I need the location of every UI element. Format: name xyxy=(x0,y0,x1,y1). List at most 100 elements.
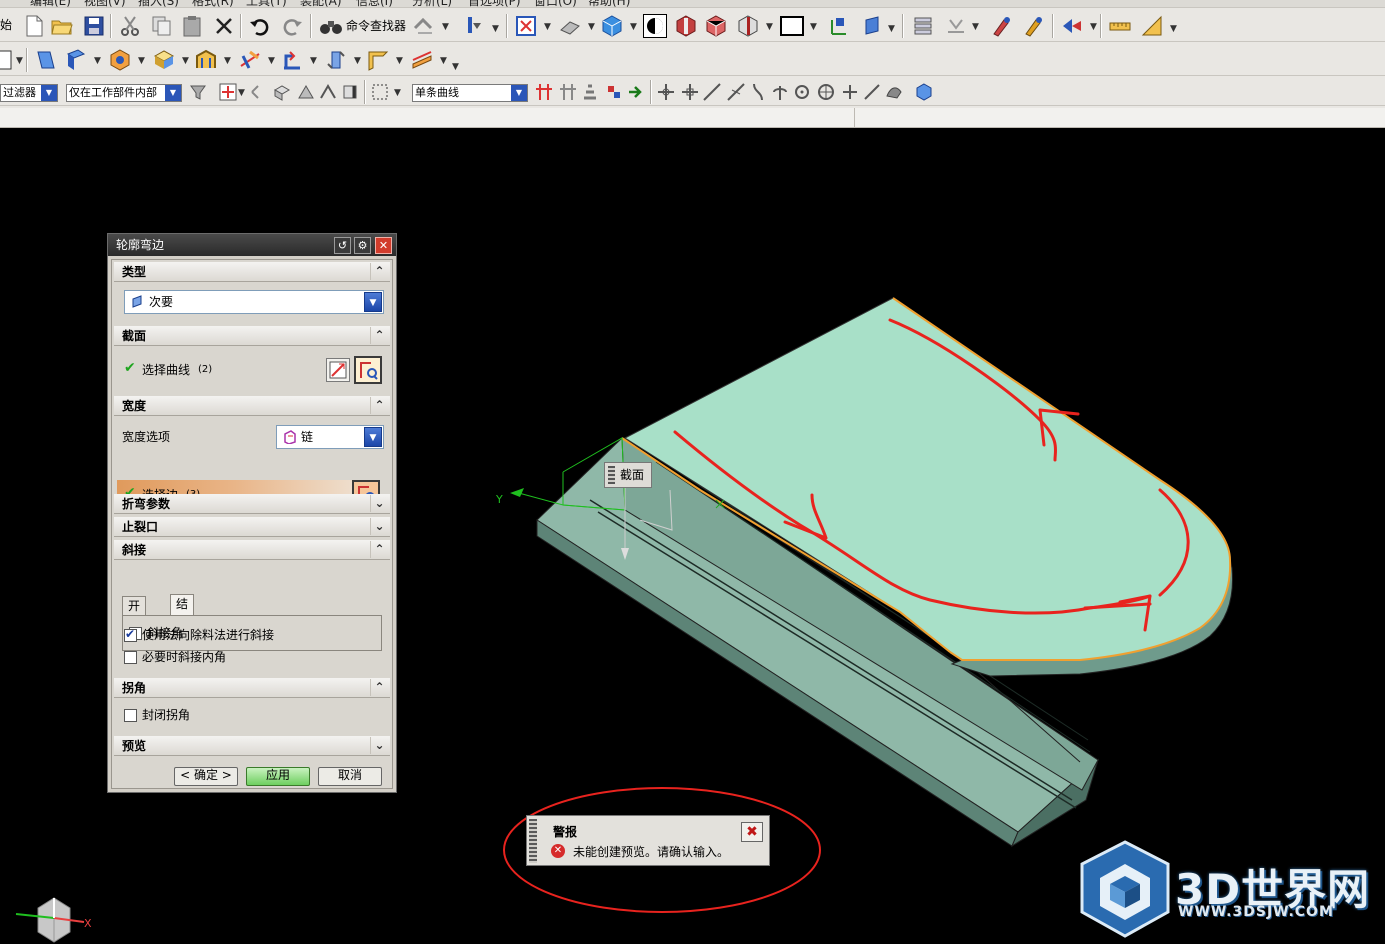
inner-corner-checkbox[interactable] xyxy=(124,651,137,664)
cancel-button[interactable]: 取消 xyxy=(318,767,382,786)
start-menu-fragment[interactable]: 始 xyxy=(0,16,12,34)
show-hide-icon[interactable] xyxy=(1022,14,1046,38)
select-curve-label[interactable]: 选择曲线 xyxy=(142,361,190,379)
tab-start-end[interactable]: 开始端 xyxy=(122,596,147,649)
select-curve-button[interactable] xyxy=(354,356,382,384)
snap-point-on-face-icon[interactable] xyxy=(840,82,860,102)
chevron-down-icon[interactable]: ▼ xyxy=(492,24,499,34)
chevron-down-icon[interactable]: ▼ xyxy=(396,56,403,66)
section-header-preview[interactable]: 预览 ⌄ xyxy=(114,736,390,756)
chevron-down-icon[interactable]: ▼ xyxy=(224,56,231,66)
menu-edit[interactable]: 编辑(E) xyxy=(30,0,71,7)
select-face-icon[interactable] xyxy=(296,82,316,102)
select-component-icon[interactable] xyxy=(340,82,360,102)
apply-button[interactable]: 应用 xyxy=(246,767,310,786)
orient-view-icon[interactable] xyxy=(643,14,667,38)
chevron-down-icon[interactable]: ▼ xyxy=(238,88,245,98)
snap-control-point-icon[interactable] xyxy=(726,82,746,102)
chevron-down-icon[interactable]: ▼ xyxy=(440,56,447,66)
chevron-down-icon[interactable]: ▼ xyxy=(1090,22,1097,32)
menu-format[interactable]: 格式(R) xyxy=(192,0,234,7)
select-edge-icon[interactable] xyxy=(318,82,338,102)
menu-insert[interactable]: 插入(S) xyxy=(138,0,179,7)
lofted-flange-icon[interactable] xyxy=(152,48,176,72)
cut-icon[interactable] xyxy=(118,14,142,38)
snap-view-icon[interactable] xyxy=(1060,14,1084,38)
chevron-down-icon[interactable]: ▼ xyxy=(630,22,637,32)
object-display-icon[interactable] xyxy=(990,14,1014,38)
shaded-view-icon[interactable] xyxy=(600,14,624,38)
chevron-down-icon[interactable]: ▼ xyxy=(138,56,145,66)
view-orient-icon[interactable] xyxy=(558,14,582,38)
settings-icon[interactable]: ⚙ xyxy=(354,237,371,254)
command-finder-button[interactable]: 命令查找器 xyxy=(346,17,406,35)
unbend-icon[interactable] xyxy=(238,48,262,72)
move-to-layer-icon[interactable] xyxy=(944,14,968,38)
fit-view-icon[interactable] xyxy=(514,14,538,38)
snap-intersection-icon[interactable] xyxy=(748,82,768,102)
layer-settings-icon[interactable] xyxy=(912,14,936,38)
new-file-icon[interactable] xyxy=(22,14,46,38)
tab-feature-icon[interactable] xyxy=(34,48,58,72)
curve-rule-combo[interactable]: 单条曲线 ▼ xyxy=(412,84,528,102)
chevron-down-icon[interactable]: ▼ xyxy=(588,22,595,32)
section-header-type[interactable]: 类型 ⌃ xyxy=(114,262,390,282)
ok-button[interactable]: < 确定 > xyxy=(174,767,238,786)
snap-bounded-icon[interactable] xyxy=(862,82,882,102)
chevron-down-icon[interactable]: ▼ xyxy=(94,56,101,66)
selection-info-icon[interactable] xyxy=(462,14,486,38)
menu-preferences[interactable]: 首选项(P) xyxy=(468,0,521,7)
contour-flange-icon[interactable] xyxy=(108,48,132,72)
scope-combo[interactable]: 仅在工作部件内部 ▼ xyxy=(66,84,182,102)
edit-section-icon[interactable] xyxy=(736,14,760,38)
close-corner-checkbox[interactable] xyxy=(124,709,137,722)
drag-handle[interactable] xyxy=(529,819,537,863)
chevron-down-icon[interactable]: ▼ xyxy=(182,56,189,66)
chevron-down-icon[interactable]: ▼ xyxy=(888,24,895,34)
sheet-metal-part[interactable] xyxy=(536,297,1234,848)
chevron-down-icon[interactable]: ▼ xyxy=(766,22,773,32)
snap-midpoint-icon[interactable] xyxy=(702,82,722,102)
type-select[interactable]: 次要 ▼ xyxy=(124,290,384,314)
menu-window[interactable]: 窗口(O) xyxy=(534,0,577,7)
path-select-icon[interactable] xyxy=(604,82,624,102)
rectangle-select-icon[interactable] xyxy=(370,82,390,102)
width-option-select[interactable]: 链 ▼ xyxy=(276,425,384,449)
snap-quadrant-icon[interactable] xyxy=(792,82,812,102)
copy-icon[interactable] xyxy=(150,14,174,38)
open-folder-icon[interactable] xyxy=(50,14,74,38)
menu-help[interactable]: 帮助(H) xyxy=(588,0,630,7)
chevron-down-icon[interactable]: ▼ xyxy=(394,88,401,98)
redo-icon[interactable] xyxy=(280,14,304,38)
arrow-right-icon[interactable] xyxy=(626,82,646,102)
background-color-icon[interactable] xyxy=(780,14,804,38)
menu-info[interactable]: 信息(I) xyxy=(356,0,393,7)
normal-cut-checkbox[interactable] xyxy=(124,627,137,642)
snap-arc-center-icon[interactable] xyxy=(770,82,790,102)
flat-pattern-icon[interactable] xyxy=(324,48,348,72)
section-view-icon[interactable] xyxy=(674,14,698,38)
section-header-section[interactable]: 截面 ⌃ xyxy=(114,326,390,346)
type-filter-combo[interactable]: 过滤器 ▼ xyxy=(0,84,58,102)
clip-box-icon[interactable] xyxy=(704,14,728,38)
select-feature-icon[interactable] xyxy=(248,82,266,102)
snap-endpoint-icon[interactable] xyxy=(680,82,700,102)
menu-analysis[interactable]: 分析(L) xyxy=(412,0,452,7)
menu-view[interactable]: 视图(V) xyxy=(84,0,126,7)
chevron-down-icon[interactable]: ▼ xyxy=(310,56,317,66)
chevron-down-icon[interactable]: ▼ xyxy=(972,22,979,32)
menu-assembly[interactable]: 装配(A) xyxy=(300,0,342,7)
chevron-down-icon[interactable]: ▼ xyxy=(268,56,275,66)
chevron-down-icon[interactable]: ▼ xyxy=(16,56,23,66)
section-header-relief[interactable]: 止裂口 ⌄ xyxy=(114,517,390,537)
convert-sheetmetal-icon[interactable] xyxy=(410,48,434,72)
wcs-orient-icon[interactable] xyxy=(828,14,852,38)
section-label[interactable]: 截面 xyxy=(604,462,652,488)
save-icon[interactable] xyxy=(82,14,106,38)
chevron-down-icon[interactable]: ▼ xyxy=(810,22,817,32)
chevron-down-icon[interactable]: ▼ xyxy=(544,22,551,32)
flange-icon[interactable] xyxy=(64,48,88,72)
snap-existing-point-icon[interactable] xyxy=(656,82,676,102)
section-header-width[interactable]: 宽度 ⌃ xyxy=(114,396,390,416)
reset-icon[interactable]: ↺ xyxy=(334,237,351,254)
